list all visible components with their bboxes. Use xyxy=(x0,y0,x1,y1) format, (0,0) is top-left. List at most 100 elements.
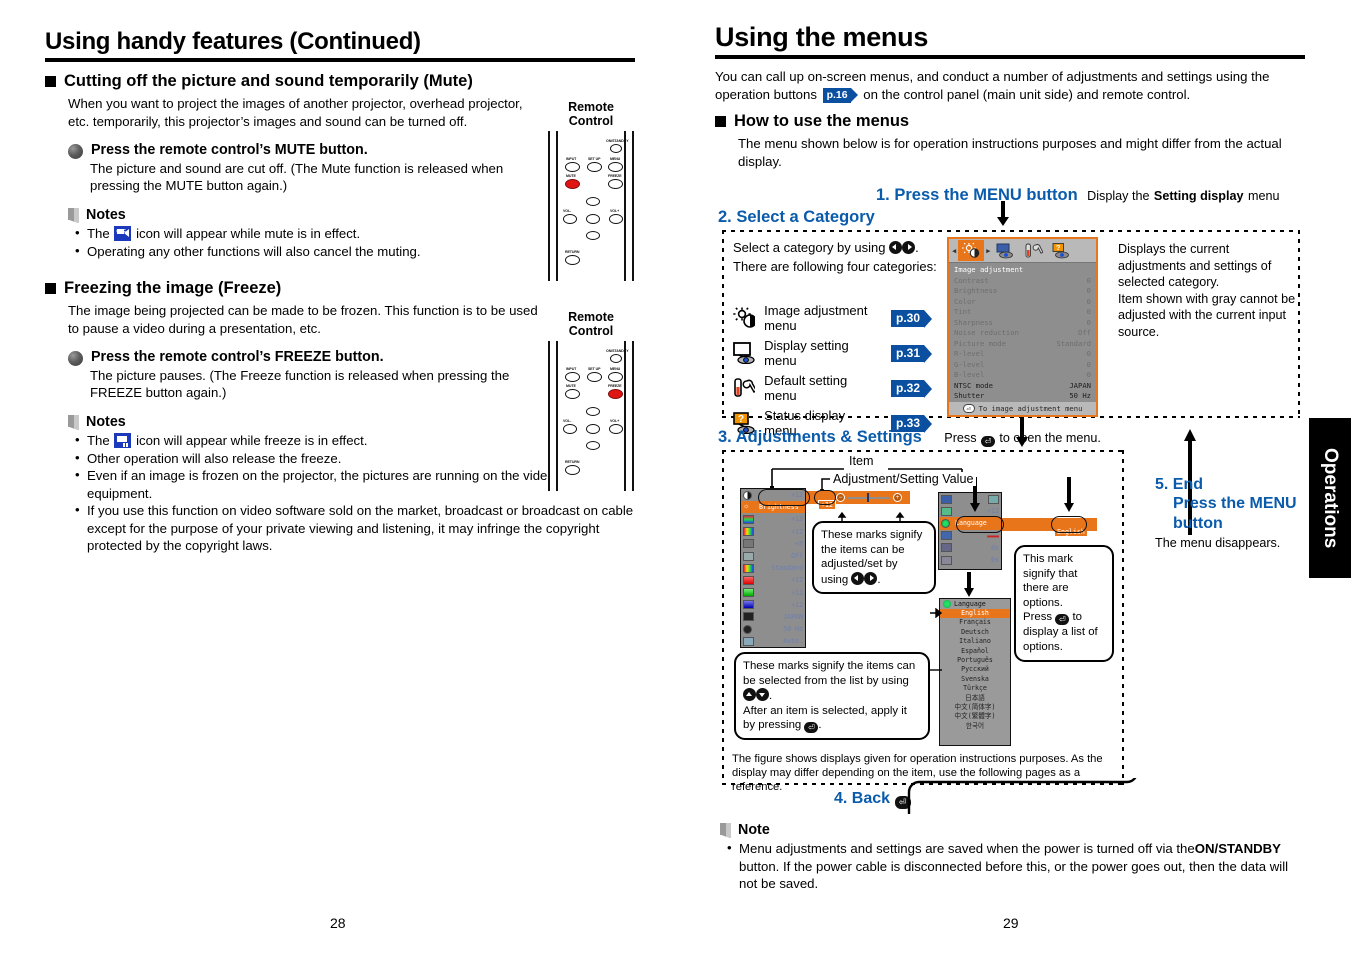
category-row-default-setting[interactable]: Default setting menu p.32 xyxy=(733,373,933,403)
tab-next-arrow-icon[interactable]: ▶ xyxy=(986,247,990,255)
left-title-rule xyxy=(45,58,635,62)
table-row[interactable]: NTSC mode JAPAN xyxy=(949,381,1096,392)
section-heading-how: How to use the menus xyxy=(715,112,1305,131)
osd-tab-default-setting[interactable] xyxy=(1020,240,1046,261)
table-row[interactable]: JAPAN xyxy=(741,611,805,623)
right-arrow-button-icon[interactable] xyxy=(902,241,916,254)
table-row[interactable]: 50 Hz xyxy=(741,623,805,635)
category-suffix: menu xyxy=(764,388,797,403)
table-row[interactable]: +12 xyxy=(741,599,805,611)
list-item[interactable]: 日本語 xyxy=(940,694,1010,703)
osd-row-label: Sharpness xyxy=(954,317,993,327)
label-value: Adjustment/Setting Value xyxy=(830,472,977,486)
table-row[interactable]: +12 xyxy=(741,526,805,538)
remote-enter-button xyxy=(586,214,600,224)
table-row[interactable]: G-level 0 xyxy=(949,360,1096,371)
step5-label: 5. End xyxy=(1155,476,1204,493)
highlight-ring-item xyxy=(758,489,810,506)
page-ref-badge[interactable]: p.30 xyxy=(890,309,933,328)
slider-track[interactable] xyxy=(848,496,890,499)
table-row[interactable]: B-level 0 xyxy=(949,370,1096,381)
category-row-image-adjustment[interactable]: Image adjustment menu p.30 xyxy=(733,303,933,333)
how-heading-label: How to use the menus xyxy=(734,112,910,130)
enter-button-icon[interactable]: ⏎ xyxy=(980,436,995,447)
freeze-note1-post: icon will appear while freeze is in effe… xyxy=(136,433,368,448)
globe-icon xyxy=(943,600,951,608)
table-row[interactable]: +12 xyxy=(741,513,805,525)
note-list: Menu adjustments and settings are saved … xyxy=(727,839,1305,893)
slider-minus-icon[interactable]: − xyxy=(836,493,845,502)
category-row-display-setting[interactable]: Display setting menu p.31 xyxy=(733,338,933,368)
display-icon xyxy=(996,243,1013,258)
noise-reduction-icon xyxy=(743,551,754,561)
step3-note-b: to open the menu. xyxy=(999,431,1101,445)
table-row[interactable]: Tint 0 xyxy=(949,307,1096,318)
table-row[interactable]: Off xyxy=(741,550,805,562)
list-item[interactable]: Português xyxy=(940,656,1010,665)
list-item[interactable]: Español xyxy=(940,647,1010,656)
down-arrow-button-icon xyxy=(756,688,769,702)
table-row[interactable]: 0s xyxy=(939,542,1001,554)
mini-row-value: Auto. xyxy=(783,637,803,646)
list-item[interactable]: Русский xyxy=(940,665,1010,674)
remote-down-button xyxy=(586,231,600,240)
bullet-ball-icon xyxy=(68,351,83,366)
left-arrow-button-icon[interactable] xyxy=(889,241,903,254)
remote-label: Remote Control xyxy=(568,310,614,338)
mini-row-value: +12 xyxy=(791,527,803,536)
list-item[interactable]: Türkçe xyxy=(940,684,1010,693)
step1-note-a: Display the xyxy=(1087,189,1150,203)
osd-row-label: Color xyxy=(954,296,976,306)
table-row[interactable]: Brightness 0 xyxy=(949,286,1096,297)
osd-title: Image adjustment xyxy=(954,265,1024,274)
osd-row-label: Shutter xyxy=(954,391,985,400)
osd-tab-display-setting[interactable] xyxy=(992,240,1018,261)
callout1-leader-arrows xyxy=(838,511,905,522)
page-ref-badge[interactable]: p.32 xyxy=(890,379,933,398)
table-row[interactable]: Sharpness 0 xyxy=(949,318,1096,329)
table-row[interactable]: R-level 0 xyxy=(949,349,1096,360)
remote-input-button xyxy=(565,162,580,172)
table-row[interactable]: +12 xyxy=(741,574,805,586)
table-row[interactable]: Standard xyxy=(741,562,805,574)
tab-prev-arrow-icon[interactable]: ◀ xyxy=(952,247,956,255)
table-row[interactable]: Auto. xyxy=(741,635,805,647)
step1-label: 1. Press the MENU button xyxy=(876,186,1078,204)
mini-row-value: Off xyxy=(791,552,803,561)
table-row[interactable]: +5 xyxy=(741,538,805,550)
table-row[interactable]: +12 xyxy=(741,587,805,599)
osd-footer: ⏎ To image adjustment menu xyxy=(949,402,1096,415)
slider-plus-icon[interactable]: + xyxy=(893,493,902,502)
bullet-square-icon xyxy=(45,76,56,87)
list-item[interactable]: Deutsch xyxy=(940,628,1010,637)
freeze-step-title: Press the remote control’s FREEZE button… xyxy=(91,349,384,365)
table-row[interactable]: Contrast 0 xyxy=(949,276,1096,287)
table-row[interactable]: Picture mode Standard xyxy=(949,339,1096,350)
list-item[interactable]: Italiano xyxy=(940,637,1010,646)
osd-tab-image-adjustment[interactable] xyxy=(958,240,985,261)
remote-enter-button xyxy=(586,424,600,434)
list-item[interactable]: Svenska xyxy=(940,675,1010,684)
list-item[interactable]: English xyxy=(940,609,1010,619)
list-item[interactable]: 中文(繁體字) xyxy=(940,712,1010,721)
highlight-ring-language xyxy=(956,516,1004,533)
remote-up-button xyxy=(586,407,600,416)
list-item[interactable]: 한국어 xyxy=(940,722,1010,731)
callout3-c: After an item is selected, apply it by p… xyxy=(743,704,907,732)
remote-control-figure-freeze: Remote Control ON/STANDBY INPUT SET UP ME… xyxy=(548,310,634,491)
page-ref-badge[interactable]: p.31 xyxy=(890,344,933,363)
freeze-osd-icon xyxy=(114,433,132,448)
freeze-step-body: The picture pauses. (The Freeze function… xyxy=(90,368,510,400)
note-flag-icon xyxy=(68,414,79,430)
g-level-icon xyxy=(743,588,754,598)
list-item[interactable]: Français xyxy=(940,618,1010,627)
table-row[interactable]: Color 0 xyxy=(949,297,1096,308)
mini-row-value: +12 xyxy=(791,515,803,524)
table-row[interactable]: 0s xyxy=(939,554,1001,566)
mini-osd-slider[interactable]: − + xyxy=(836,493,902,502)
label-item: Item xyxy=(845,454,878,468)
slider-thumb[interactable] xyxy=(867,493,869,502)
osd-tab-status-display[interactable]: ? xyxy=(1048,240,1074,261)
table-row[interactable]: Noise reduction Off xyxy=(949,328,1096,339)
table-row[interactable]: Shutter 50 Hz xyxy=(949,391,1096,402)
